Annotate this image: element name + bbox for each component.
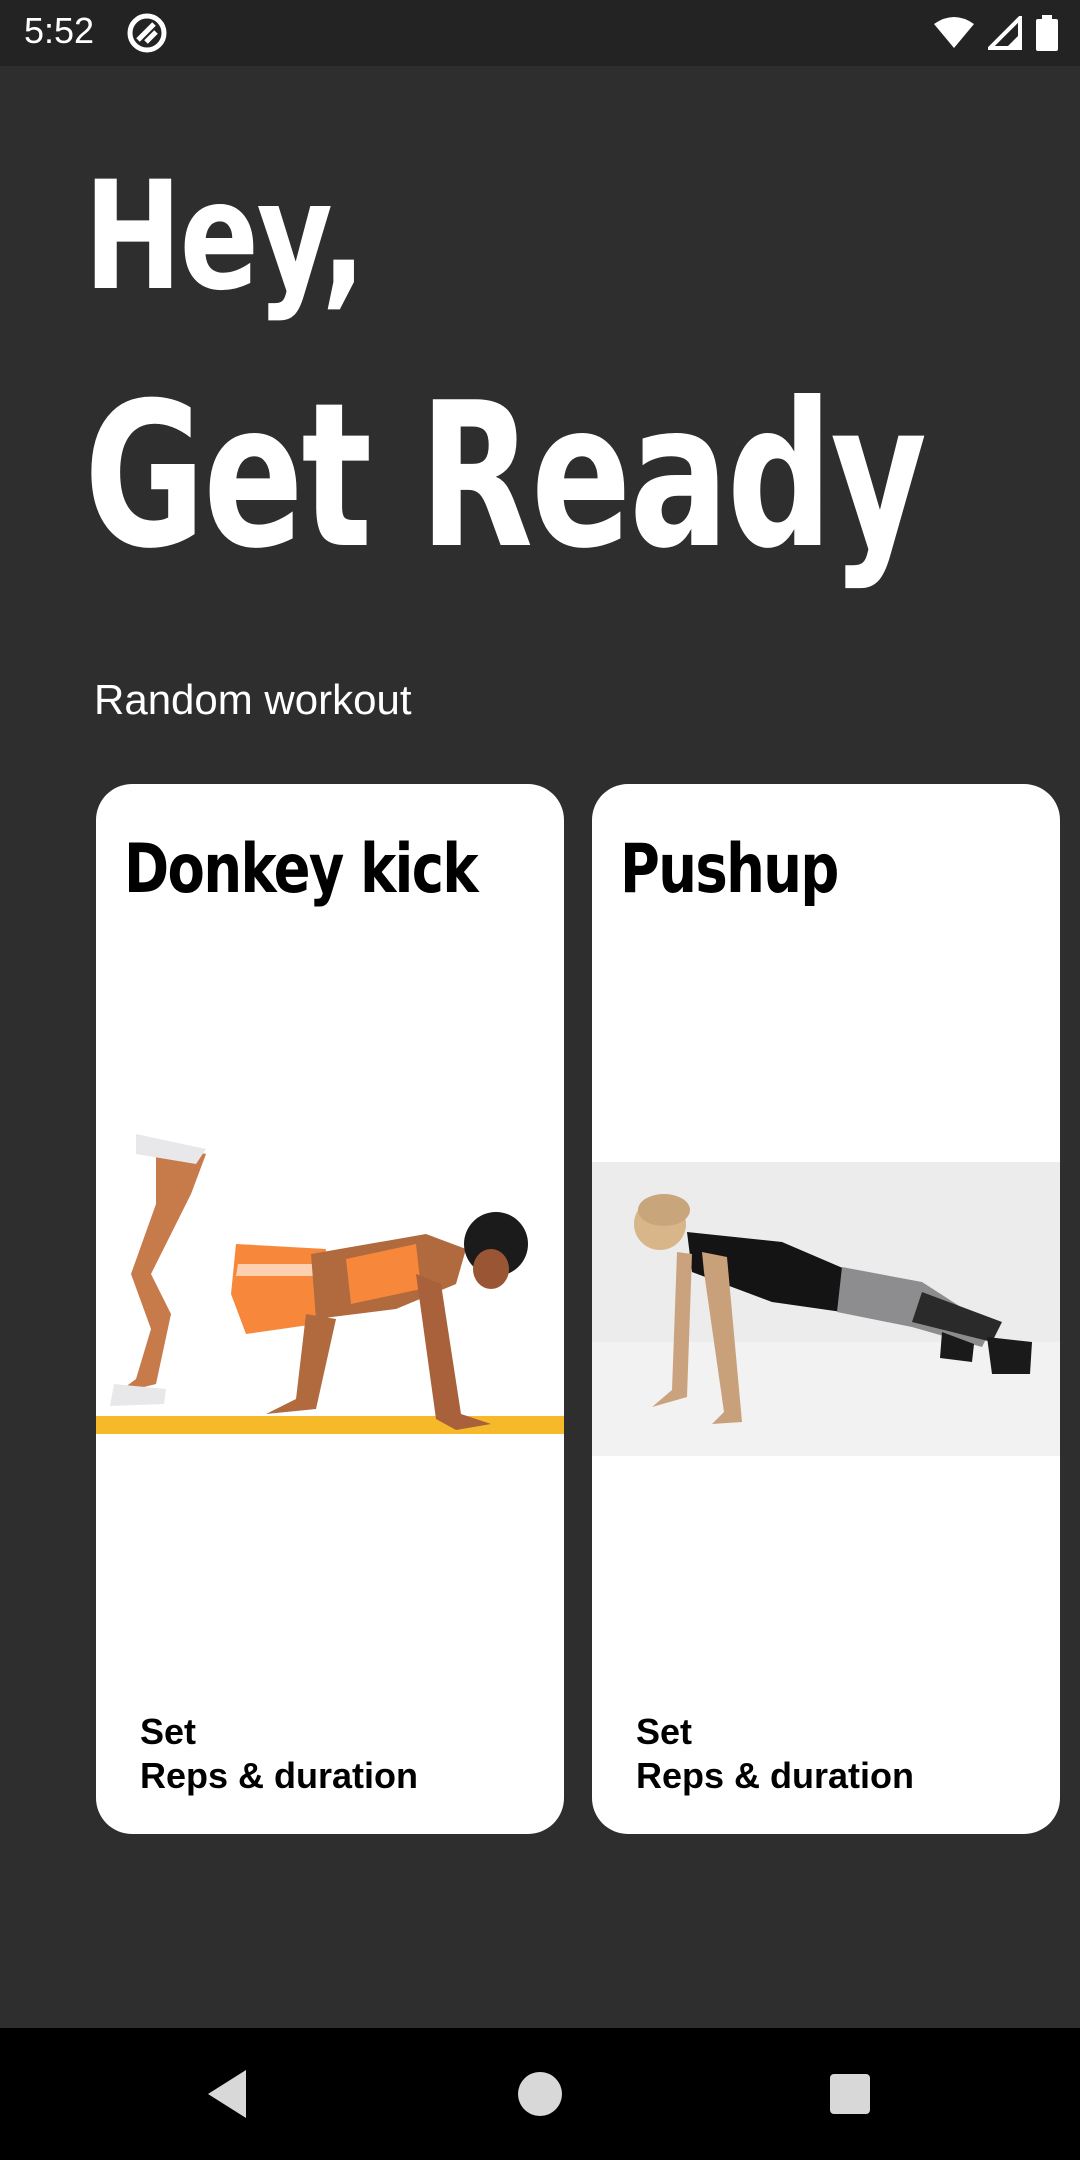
card-title: Donkey kick <box>124 830 479 909</box>
card-title: Pushup <box>620 830 839 909</box>
set-label: Set <box>140 1711 197 1752</box>
workout-card-pushup[interactable]: Pushup Set Reps & duration <box>592 784 1060 1834</box>
greeting-heading: Hey, <box>84 150 366 324</box>
back-icon[interactable] <box>198 2064 258 2124</box>
status-bar: 5:52 <box>0 0 1080 66</box>
get-ready-heading: Get Ready <box>84 360 927 593</box>
workout-card-donkey-kick[interactable]: Donkey kick Set Reps & duration <box>96 784 564 1834</box>
signal-icon <box>988 16 1022 50</box>
status-time: 5:52 <box>24 10 95 51</box>
set-label: Set <box>636 1711 693 1752</box>
home-icon[interactable] <box>510 2064 570 2124</box>
donkey-kick-image <box>96 1124 564 1524</box>
wifi-icon <box>934 17 974 48</box>
system-nav-bar <box>0 2028 1080 2160</box>
reps-duration-label: Reps & duration <box>140 1755 419 1796</box>
reps-duration-label: Reps & duration <box>636 1755 915 1796</box>
card-meta: Set Reps & duration <box>140 1710 418 1798</box>
section-label-random-workout: Random workout <box>94 676 412 723</box>
battery-icon <box>1036 15 1058 51</box>
recents-icon[interactable] <box>820 2064 880 2124</box>
pushup-image <box>592 1162 1060 1456</box>
card-meta: Set Reps & duration <box>636 1710 914 1798</box>
app-icon <box>127 13 167 53</box>
